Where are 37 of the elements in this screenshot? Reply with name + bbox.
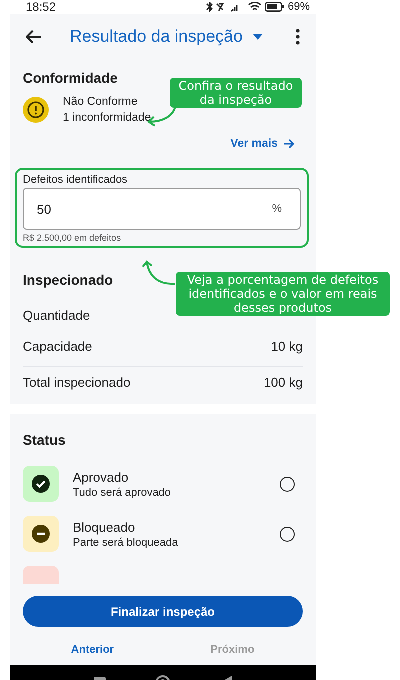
- see-more-link[interactable]: Ver mais: [230, 138, 295, 150]
- callout: Veja a porcentagem de defeitos identificados e o valor em reais desses produtos: [176, 272, 390, 316]
- more-options-icon[interactable]: [296, 29, 300, 45]
- callout: Confira o resultado da inspeção: [170, 78, 302, 108]
- finish-inspection-button[interactable]: Finalizar inspeção: [23, 596, 303, 627]
- status-description: Tudo será aprovado: [73, 486, 172, 498]
- minus-circle-icon: [32, 525, 50, 543]
- previous-button[interactable]: Anterior: [65, 643, 120, 657]
- field-helper-text: R$ 2.500,00 em defeitos: [23, 233, 122, 243]
- battery-level: 69%: [288, 1, 310, 13]
- row-label: Total inspecionado: [23, 375, 131, 390]
- dropdown-caret-icon[interactable]: [252, 34, 263, 40]
- arrow-right-icon: [284, 139, 295, 149]
- screen-title[interactable]: Resultado da inspeção: [70, 27, 243, 47]
- check-circle-icon: [32, 475, 50, 493]
- section-heading: Inspecionado: [23, 271, 114, 290]
- warning-icon: [23, 97, 49, 123]
- conformity-status: Não Conforme: [63, 95, 139, 110]
- status-label: Aprovado: [73, 470, 130, 484]
- row-label: Capacidade: [23, 339, 92, 354]
- field-label: Defeitos identificados: [23, 174, 129, 186]
- section-heading: Status: [23, 432, 66, 448]
- row-label: Quantidade: [23, 308, 90, 323]
- radio-button[interactable]: [280, 476, 295, 492]
- status-label: Bloqueado: [73, 520, 136, 534]
- defects-input-field[interactable]: 50 %: [23, 188, 301, 230]
- radio-button[interactable]: [280, 526, 295, 542]
- curved-arrow: [142, 260, 176, 288]
- back-arrow-icon[interactable]: [26, 30, 42, 44]
- battery-icon: [264, 2, 285, 12]
- conformity-detail: 1 inconformidade: [63, 111, 152, 126]
- wifi-icon: [248, 2, 262, 12]
- row-value: 100 kg: [264, 375, 303, 390]
- status-time: 18:52: [26, 0, 56, 14]
- status-description: Parte será bloqueada: [73, 536, 180, 548]
- row-value: 10 kg: [271, 339, 303, 354]
- section-heading: Conformidade: [23, 70, 118, 86]
